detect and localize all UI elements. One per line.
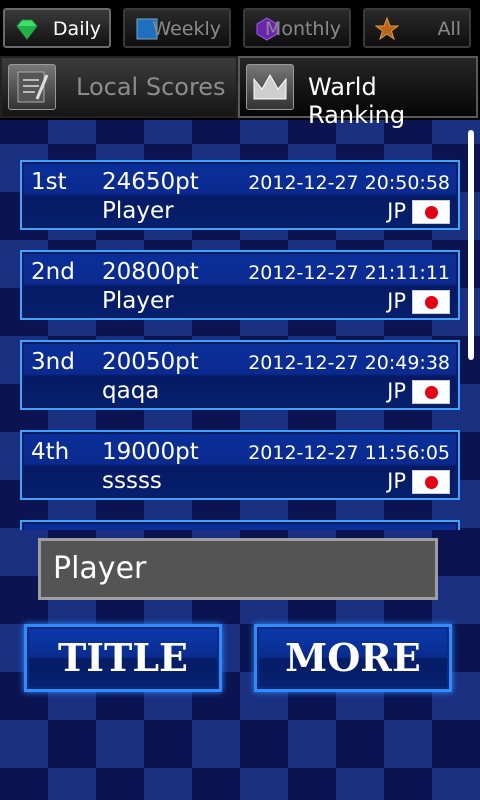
player-name: Player — [102, 288, 174, 314]
japan-flag-icon — [412, 380, 450, 404]
country-code: JP — [387, 289, 406, 313]
world-ranking-tab[interactable]: Warld Ranking — [238, 56, 478, 129]
player-name: qaqa — [102, 378, 160, 404]
weekly-tab[interactable]: Weekly — [123, 8, 231, 48]
timestamp: 2012-12-27 20:49:38 — [248, 352, 450, 374]
japan-flag-icon — [412, 290, 450, 314]
list-scrollbar[interactable] — [468, 130, 474, 360]
local-scores-tab[interactable]: Local Scores — [0, 56, 238, 118]
notepad-icon — [8, 64, 56, 110]
japan-flag-icon — [412, 200, 450, 224]
ranking-row-partial[interactable] — [20, 520, 460, 530]
country-code: JP — [387, 469, 406, 493]
more-button[interactable]: MORE — [254, 624, 452, 692]
score-value: 20800pt — [102, 259, 199, 285]
all-label: All — [437, 18, 461, 40]
country-code: JP — [387, 379, 406, 403]
weekly-label: Weekly — [152, 18, 221, 40]
daily-tab[interactable]: Daily — [3, 8, 111, 48]
ranking-row[interactable]: 2nd 20800pt Player 2012-12-27 21:11:11 J… — [20, 250, 460, 320]
ranking-row[interactable]: 4th 19000pt sssss 2012-12-27 11:56:05 JP — [20, 430, 460, 500]
timestamp: 2012-12-27 21:11:11 — [248, 262, 450, 284]
score-value: 19000pt — [102, 439, 199, 465]
monthly-label: Monthly — [264, 18, 341, 40]
title-button[interactable]: TITLE — [24, 624, 222, 692]
all-tab[interactable]: All — [363, 8, 471, 48]
ranking-row[interactable]: 1st 24650pt Player 2012-12-27 20:50:58 J… — [20, 160, 460, 230]
rank-label: 4th — [31, 439, 70, 465]
score-value: 20050pt — [102, 349, 199, 375]
player-name-field[interactable]: Player — [38, 538, 438, 600]
crown-icon — [246, 64, 294, 110]
star-icon — [375, 17, 399, 41]
japan-flag-icon — [412, 470, 450, 494]
rank-label: 2nd — [31, 259, 75, 285]
rank-label: 3nd — [31, 349, 75, 375]
timestamp: 2012-12-27 20:50:58 — [248, 172, 450, 194]
local-scores-label: Local Scores — [76, 73, 226, 101]
daily-label: Daily — [52, 18, 101, 40]
score-type-tabs: Local Scores Warld Ranking — [0, 54, 480, 129]
timestamp: 2012-12-27 11:56:05 — [248, 442, 450, 464]
ranking-row[interactable]: 3nd 20050pt qaqa 2012-12-27 20:49:38 JP — [20, 340, 460, 410]
period-bar: Daily Weekly Monthly All — [0, 0, 480, 54]
player-name: sssss — [102, 468, 162, 494]
rank-label: 1st — [31, 169, 67, 195]
gem-icon — [16, 19, 38, 40]
player-name: Player — [102, 198, 174, 224]
country-code: JP — [387, 199, 406, 223]
ranking-list[interactable]: 1st 24650pt Player 2012-12-27 20:50:58 J… — [0, 120, 480, 530]
score-value: 24650pt — [102, 169, 199, 195]
monthly-tab[interactable]: Monthly — [243, 8, 351, 48]
